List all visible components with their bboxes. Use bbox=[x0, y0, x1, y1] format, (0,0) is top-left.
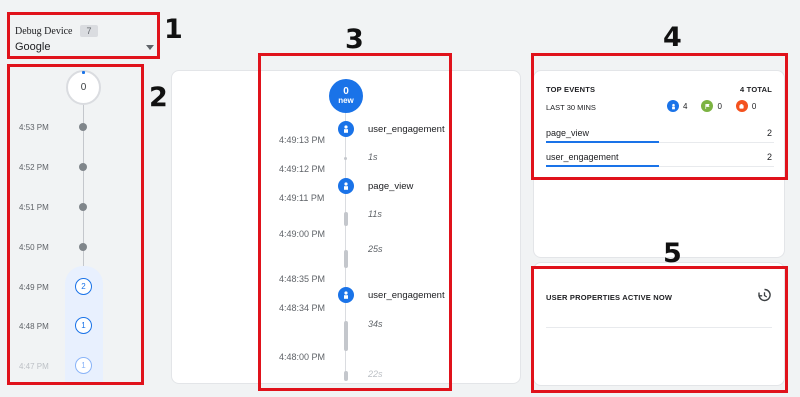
highlight-box-2 bbox=[7, 64, 144, 385]
callout-3: 3 bbox=[345, 24, 364, 55]
callout-4: 4 bbox=[663, 22, 682, 53]
callout-2: 2 bbox=[149, 82, 168, 113]
highlight-box-1 bbox=[7, 12, 160, 59]
callout-5: 5 bbox=[663, 238, 682, 269]
callout-1: 1 bbox=[164, 14, 183, 45]
highlight-box-3 bbox=[258, 53, 452, 391]
highlight-box-5 bbox=[531, 266, 788, 393]
highlight-box-4 bbox=[531, 53, 788, 180]
